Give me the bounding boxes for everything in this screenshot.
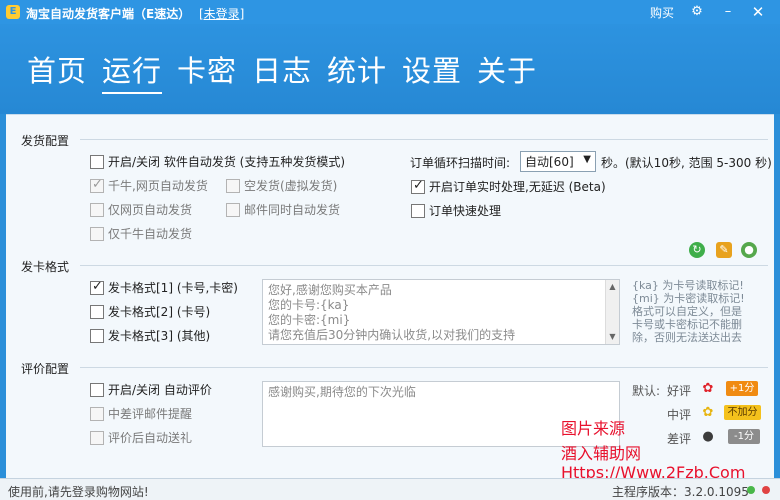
card-format-hint: {ka} 为卡号读取标记! {mi} 为卡密读取标记! 格式可以自定义，但是 卡… — [632, 279, 745, 344]
section-divider — [80, 139, 768, 140]
tab-cards[interactable]: 卡密 — [177, 48, 237, 90]
tab-run[interactable]: 运行 — [102, 48, 163, 94]
checkbox-box[interactable] — [90, 382, 104, 397]
card-format-section-title: 发卡格式 — [21, 260, 70, 274]
good-flower-icon: ✿ — [702, 381, 714, 396]
checkbox-box[interactable] — [90, 226, 104, 241]
mid-review-label: 中评 — [667, 408, 692, 422]
status-online-icon — [747, 486, 755, 494]
section-divider — [80, 265, 768, 266]
close-icon[interactable]: ✕ — [748, 2, 768, 22]
review-gift-checkbox[interactable]: 评价后自动送礼 — [90, 429, 192, 446]
checkbox-box[interactable] — [226, 202, 240, 217]
bad-bomb-icon: ● — [702, 429, 714, 444]
auto-delivery-checkbox[interactable]: 开启/关闭 软件自动发货 (支持五种发货模式) — [90, 153, 345, 170]
scroll-up-icon[interactable]: ▲ — [606, 280, 619, 294]
checkbox-box[interactable] — [226, 178, 240, 193]
gear-icon[interactable]: ⚙ — [687, 2, 707, 22]
scrollbar[interactable]: ▲ ▼ — [605, 280, 619, 344]
mid-flower-icon: ✿ — [702, 405, 714, 420]
template-line: 您的卡密:{mi} — [268, 313, 351, 327]
bad-score-badge: -1分 — [728, 429, 760, 444]
buy-button[interactable]: 购买 — [650, 4, 674, 21]
refresh-icon[interactable]: ↻ — [689, 242, 705, 258]
review-text: 感谢购买,期待您的下次光临 — [268, 385, 416, 399]
checkbox-box[interactable] — [90, 154, 104, 169]
status-offline-icon — [762, 486, 770, 494]
watermark-line: 图片来源 — [561, 419, 626, 438]
mid-score-badge: 不加分 — [724, 405, 761, 420]
minimize-icon[interactable]: – — [718, 2, 738, 22]
checkbox-box[interactable] — [411, 178, 425, 194]
title-bar: E 淘宝自动发货客户端（E速达） [未登录] 购买 ⚙ – ✕ — [0, 0, 780, 24]
watermark-line: 酒入辅助网 — [561, 444, 642, 463]
review-default-label: 默认: — [632, 384, 661, 398]
tab-about[interactable]: 关于 — [477, 48, 537, 90]
run-panel: 发货配置 开启/关闭 软件自动发货 (支持五种发货模式) 千牛,网页自动发货 空… — [6, 114, 774, 482]
auto-review-checkbox[interactable]: 开启/关闭 自动评价 — [90, 381, 212, 398]
window-title: 淘宝自动发货客户端（E速达） — [26, 7, 191, 21]
bad-review-label: 差评 — [667, 432, 692, 446]
realtime-checkbox[interactable]: 开启订单实时处理,无延迟 (Beta) — [411, 178, 606, 195]
tab-logs[interactable]: 日志 — [252, 48, 312, 90]
chevron-down-icon: ▼ — [583, 154, 591, 165]
tab-home[interactable]: 首页 — [27, 48, 87, 90]
template-line: 您好,感谢您购买本产品 — [268, 283, 392, 297]
status-bar: 使用前,请先登录购物网站! 主程序版本：3.2.0.1095 — [0, 478, 780, 500]
main-nav: 首页 运行 卡密 日志 统计 设置 关于 — [0, 24, 780, 114]
scroll-down-icon[interactable]: ▼ — [606, 330, 619, 344]
app-logo-icon: E — [6, 5, 20, 19]
mode-web-only-checkbox[interactable]: 仅网页自动发货 — [90, 201, 192, 218]
scan-interval-hint: 秒。(默认10秒, 范围 5-300 秒) — [601, 156, 772, 170]
checkbox-box[interactable] — [411, 203, 425, 218]
user-icon[interactable]: ● — [741, 242, 757, 258]
mode-mail-checkbox[interactable]: 邮件同时自动发货 — [226, 201, 340, 218]
checkbox-box[interactable] — [90, 430, 104, 445]
card-format-2-checkbox[interactable]: 发卡格式[2] (卡号) — [90, 303, 210, 320]
mode-empty-checkbox[interactable]: 空发货(虚拟发货) — [226, 177, 337, 194]
good-review-label: 好评 — [667, 384, 692, 398]
scan-interval-select[interactable]: 自动[60] ▼ — [520, 151, 596, 172]
card-format-3-checkbox[interactable]: 发卡格式[3] (其他) — [90, 327, 210, 344]
version-label: 主程序版本：3.2.0.1095 — [612, 485, 749, 499]
checkbox-box[interactable] — [90, 406, 104, 421]
scan-interval-label: 订单循环扫描时间: — [410, 156, 511, 170]
tab-stats[interactable]: 统计 — [327, 48, 387, 90]
delivery-section-title: 发货配置 — [21, 134, 70, 148]
checkbox-box[interactable] — [90, 304, 104, 319]
checkbox-box[interactable] — [90, 202, 104, 217]
checkbox-box[interactable] — [90, 279, 104, 295]
fast-processing-checkbox[interactable]: 订单快速处理 — [411, 202, 501, 219]
template-line: 请您充值后30分钟内确认收货,以对我们的支持 — [268, 328, 516, 342]
edit-icon[interactable]: ✎ — [716, 242, 732, 258]
card-format-1-checkbox[interactable]: 发卡格式[1] (卡号,卡密) — [90, 279, 238, 296]
checkbox-box[interactable] — [90, 328, 104, 343]
review-section-title: 评价配置 — [21, 362, 70, 376]
mail-reminder-checkbox[interactable]: 中差评邮件提醒 — [90, 405, 192, 422]
login-link[interactable]: [未登录] — [199, 5, 244, 22]
tab-settings[interactable]: 设置 — [402, 48, 462, 90]
checkbox-box[interactable] — [90, 177, 104, 193]
status-message: 使用前,请先登录购物网站! — [8, 485, 149, 499]
mode-qianniu-only-checkbox[interactable]: 仅千牛自动发货 — [90, 225, 192, 242]
good-score-badge: +1分 — [726, 381, 758, 396]
card-template-textarea[interactable]: 您好,感谢您购买本产品 您的卡号:{ka} 您的卡密:{mi} 请您充值后30分… — [262, 279, 620, 345]
mode-qianniu-web-checkbox[interactable]: 千牛,网页自动发货 — [90, 177, 208, 194]
section-divider — [80, 367, 768, 368]
template-line: 您的卡号:{ka} — [268, 298, 350, 312]
